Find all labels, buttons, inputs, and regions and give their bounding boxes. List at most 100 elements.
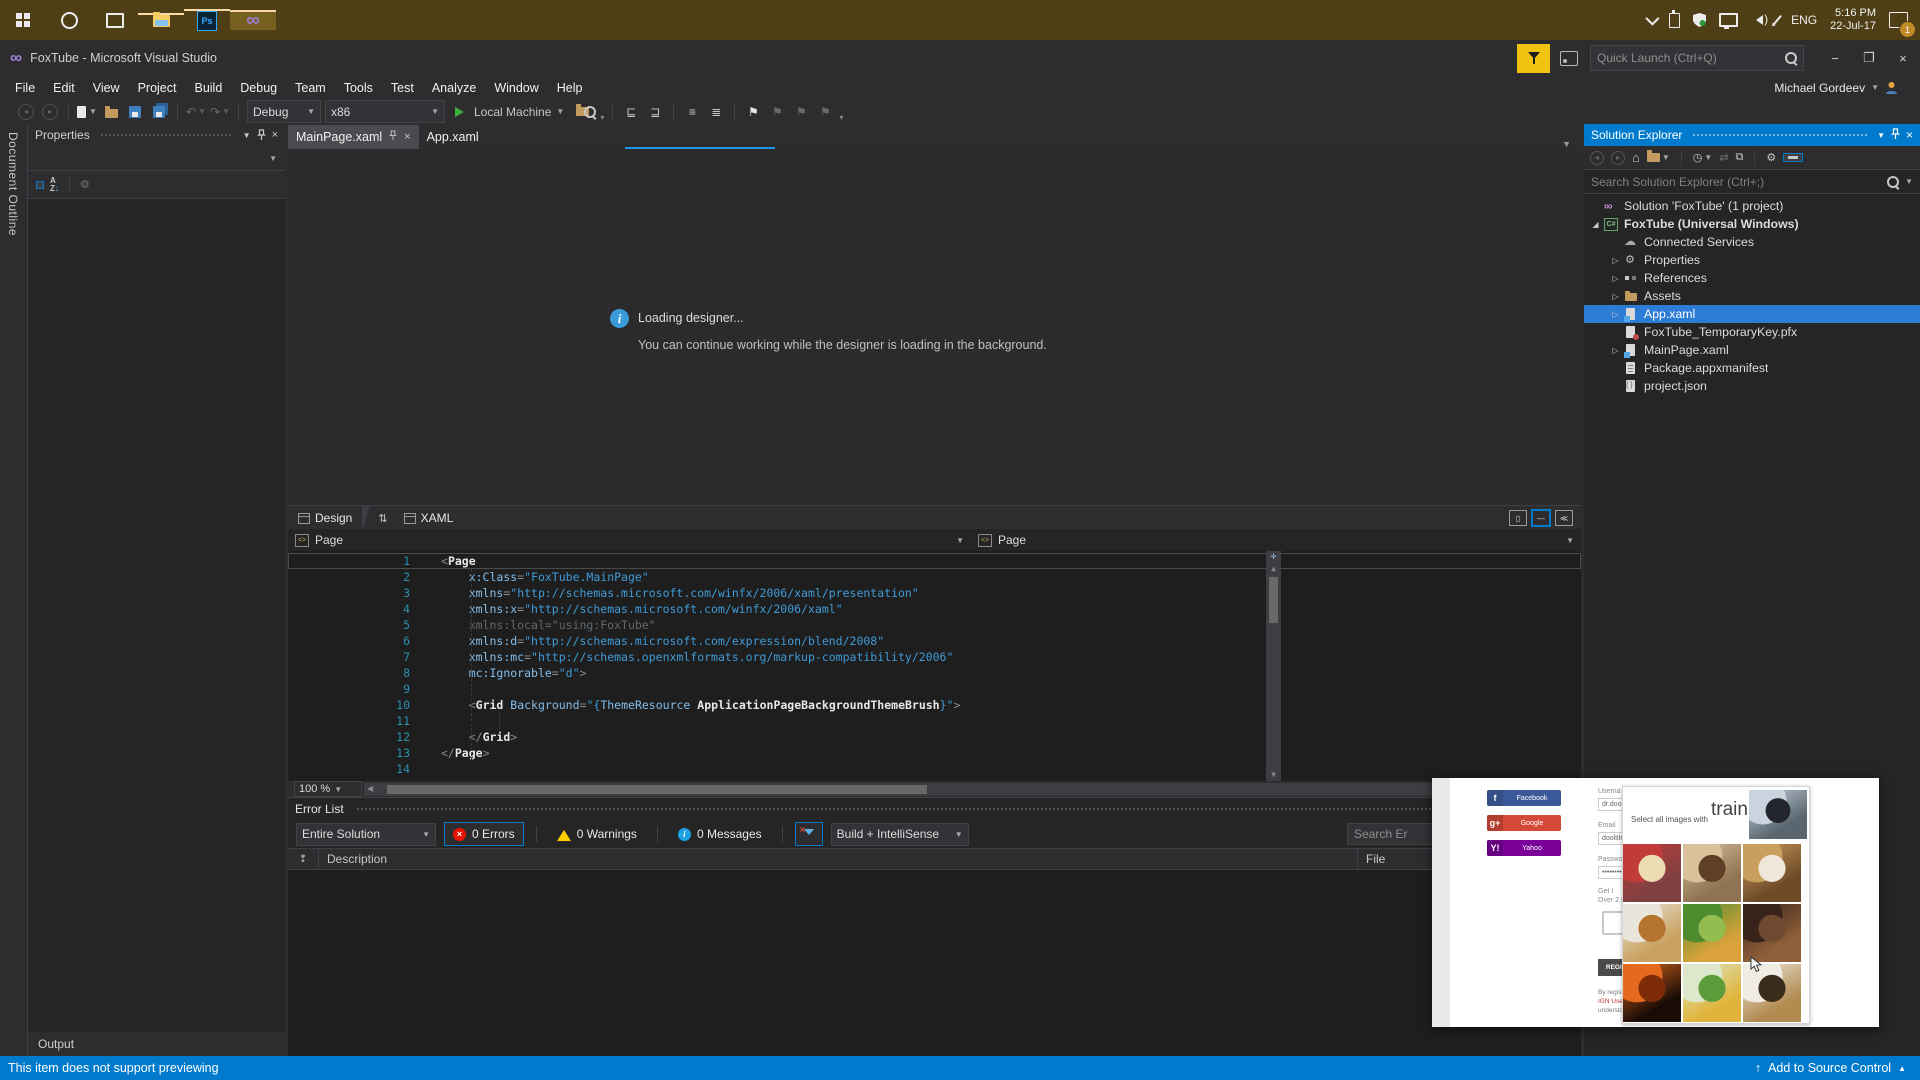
design-view-tab[interactable]: Design [288,506,362,530]
code-line-13[interactable]: 13 </Page> [288,745,1581,761]
chevron-down-icon[interactable]: ▼ [243,131,251,140]
code-line-12[interactable]: 12 </Grid> [288,729,1581,745]
send-feedback-icon[interactable] [1560,50,1578,66]
code-line-3[interactable]: 3 xmlns="http://schemas.microsoft.com/wi… [288,585,1581,601]
swap-panes-icon[interactable]: ⇅ [372,512,393,525]
tree-item-foxtube-temporarykey-pfx[interactable]: FoxTube_TemporaryKey.pfx [1584,323,1920,341]
close-tab-icon[interactable]: × [404,131,410,143]
new-project-button[interactable]: ▼ [77,101,97,122]
menu-team[interactable]: Team [286,81,335,95]
code-line-4[interactable]: 4 xmlns:x="http://schemas.microsoft.com/… [288,601,1581,617]
code-line-1[interactable]: 1 <Page [288,553,1581,569]
minimize-button[interactable]: − [1818,44,1852,73]
code-line-2[interactable]: 2 x:Class="FoxTube.MainPage" [288,569,1581,585]
decrease-indent-button[interactable]: ≡ [682,101,702,122]
chevron-down-icon[interactable]: ▼ [1877,131,1885,140]
cortana-icon[interactable] [46,11,92,29]
expanded-arrow-icon[interactable]: ◢ [1588,220,1603,229]
horizontal-scrollbar[interactable]: ◀ [364,782,1579,796]
back-icon[interactable]: ◂ [1590,150,1604,165]
code-line-5[interactable]: 5 xmlns:local="using:FoxTube" [288,617,1581,633]
close-button[interactable]: × [1886,44,1920,73]
captcha-tile-strawberry-cake[interactable] [1623,844,1681,902]
scroll-left-icon[interactable]: ◀ [367,783,373,795]
tree-item-app-xaml[interactable]: ▷ App.xaml [1584,305,1920,323]
captcha-tile-chicken-salad[interactable] [1683,904,1741,962]
google-login-button[interactable]: g+ Google [1487,815,1561,831]
filter-button[interactable] [794,822,823,846]
menu-tools[interactable]: Tools [335,81,382,95]
captcha-tile-breakfast-plate[interactable] [1623,904,1681,962]
solution-platform-dropdown[interactable]: x86 ▼ [325,100,445,123]
maximize-button[interactable]: ❐ [1852,44,1886,73]
yahoo-login-button[interactable]: Y! Yahoo [1487,840,1561,856]
tree-item-mainpage-xaml[interactable]: ▷ MainPage.xaml [1584,341,1920,359]
facebook-login-button[interactable]: f Facebook [1487,790,1561,806]
document-well-dropdown-icon[interactable]: ▼ [1562,139,1581,149]
collapsed-arrow-icon[interactable]: ▷ [1608,292,1623,301]
description-column-header[interactable]: Description [319,852,1357,866]
scroll-up-icon[interactable]: ▲ [1271,563,1276,575]
usb-device-icon[interactable] [1669,9,1681,28]
code-line-14[interactable]: 14 [288,761,1581,777]
undo-button[interactable]: ↶ ▼ [186,101,206,122]
errors-filter-button[interactable]: × 0 Errors [444,822,524,846]
error-scope-dropdown[interactable]: Entire Solution ▼ [296,822,436,846]
tray-chevron-icon[interactable] [1645,11,1660,26]
close-icon[interactable]: × [272,129,278,141]
captcha-tile-salt-lamp-bowl[interactable] [1623,964,1681,1022]
zoom-level-dropdown[interactable]: 100 % ▼ [294,781,362,797]
quick-launch-input[interactable]: Quick Launch (Ctrl+Q) [1590,45,1804,71]
menu-window[interactable]: Window [485,81,547,95]
horizontal-split-button[interactable]: — [1532,510,1550,526]
menu-edit[interactable]: Edit [44,81,84,95]
tab-app-xaml[interactable]: App.xaml [419,125,487,149]
toggle-bookmark-button[interactable]: ⚑ [743,101,763,122]
collapsed-arrow-icon[interactable]: ▷ [1608,346,1623,355]
error-source-dropdown[interactable]: Build + IntelliSense ▼ [830,822,969,846]
property-pages-icon[interactable]: ⚙ [80,178,90,191]
document-outline-tab[interactable]: Document Outline [0,124,26,244]
previous-bookmark-button[interactable]: ⚑ [767,101,787,122]
network-display-icon[interactable] [1719,13,1739,29]
feedback-filter-button[interactable] [1517,43,1550,73]
tree-item-references[interactable]: ▷ References [1584,269,1920,287]
navigate-forward-button[interactable]: ▸ [40,101,60,122]
comment-lines-button[interactable]: ⊑ [621,101,641,122]
scroll-down-icon[interactable]: ▼ [1271,769,1276,781]
task-view-icon[interactable] [92,12,138,28]
refresh-icon[interactable]: ⇄ [1719,151,1728,164]
menu-file[interactable]: File [6,81,44,95]
captcha-tile-dessert-cup[interactable] [1683,844,1741,902]
alphabetical-sort-button[interactable]: A Z↓ [50,176,59,193]
properties-panel-title-bar[interactable]: Properties ▼ × [28,124,285,146]
redo-button[interactable]: ↷ ▼ [210,101,230,122]
add-to-source-control-button[interactable]: ↑ Add to Source Control ▲ [1755,1061,1920,1075]
menu-analyze[interactable]: Analyze [423,81,485,95]
severity-column-header[interactable]: ❢ [288,854,318,865]
pen-icon[interactable] [1772,14,1783,26]
scrollbar-thumb[interactable] [1269,577,1278,623]
navigate-backward-button[interactable]: ◂ [16,101,36,122]
split-grip-icon[interactable]: ✛ [1270,551,1276,563]
tree-item-package-appxmanifest[interactable]: Package.appxmanifest [1584,359,1920,377]
language-indicator[interactable]: ENG [1791,13,1817,27]
captcha-tile-salad-plate[interactable] [1683,964,1741,1022]
error-list-title-bar[interactable]: Error List [288,798,1581,820]
menu-help[interactable]: Help [548,81,592,95]
clear-bookmarks-button[interactable]: ⚑ [815,101,835,122]
code-line-7[interactable]: 7 xmlns:mc="http://schemas.openxmlformat… [288,649,1581,665]
menu-build[interactable]: Build [185,81,231,95]
collapsed-arrow-icon[interactable]: ▷ [1608,274,1623,283]
pin-icon[interactable] [1891,127,1900,143]
visual-studio-icon[interactable]: ∞ [230,10,276,30]
sync-with-active-document-icon[interactable]: ▼ [1646,150,1670,162]
defender-shield-icon[interactable] [1693,13,1707,27]
save-button[interactable] [125,101,145,122]
toolbar-overflow-icon[interactable]: ▾ [600,113,604,124]
warnings-filter-button[interactable]: 0 Warnings [549,823,645,845]
code-line-10[interactable]: 10 <Grid Background="{ThemeResource Appl… [288,697,1581,713]
forward-icon[interactable]: ▸ [1611,150,1625,165]
code-line-6[interactable]: 6 xmlns:d="http://schemas.microsoft.com/… [288,633,1581,649]
vertical-split-button[interactable]: ▯ [1509,510,1527,526]
